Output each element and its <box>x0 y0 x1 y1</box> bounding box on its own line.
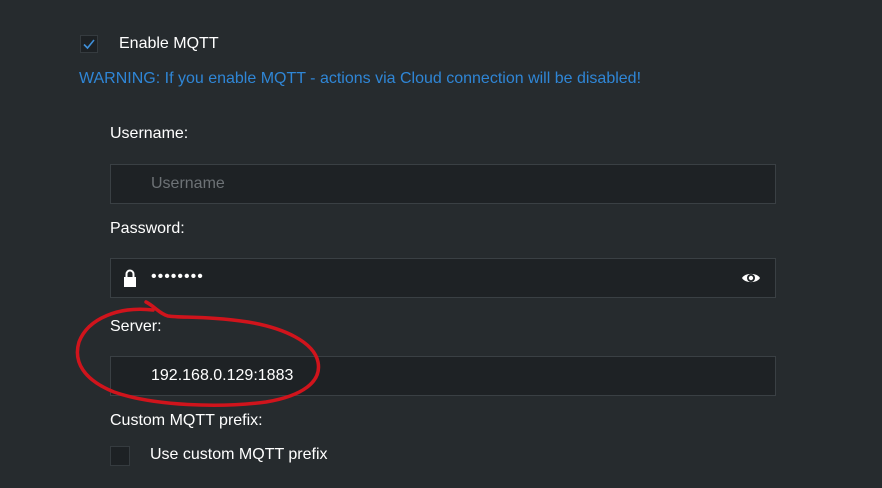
mqtt-settings-panel: Enable MQTT WARNING: If you enable MQTT … <box>0 0 882 488</box>
custom-prefix-checkbox[interactable] <box>110 446 130 466</box>
password-value: •••••••• <box>151 268 204 285</box>
checkmark-icon <box>83 39 95 50</box>
password-field[interactable]: •••••••• <box>110 258 776 298</box>
server-field-container <box>110 356 776 396</box>
eye-icon[interactable] <box>741 269 761 287</box>
enable-mqtt-checkbox[interactable] <box>80 35 98 53</box>
cloud-warning-text: WARNING: If you enable MQTT - actions vi… <box>79 70 642 87</box>
username-input[interactable] <box>151 165 711 203</box>
enable-mqtt-label: Enable MQTT <box>119 35 219 52</box>
password-label: Password: <box>110 220 185 237</box>
server-label: Server: <box>110 318 162 335</box>
server-input[interactable] <box>151 357 711 395</box>
custom-prefix-checkbox-label: Use custom MQTT prefix <box>150 446 328 463</box>
custom-prefix-label: Custom MQTT prefix: <box>110 412 263 429</box>
username-field-container <box>110 164 776 204</box>
lock-icon <box>124 269 136 287</box>
username-label: Username: <box>110 125 189 142</box>
